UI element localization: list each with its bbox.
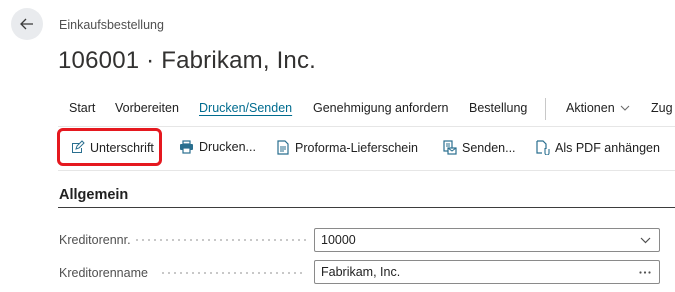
vendor-no-label: Kreditorennr. (59, 233, 131, 247)
vendor-name-dots (160, 272, 306, 274)
highlight-box (57, 128, 162, 166)
send-icon (443, 140, 457, 155)
arrow-left-icon (20, 18, 33, 30)
vendor-no-field[interactable]: 10000 (314, 228, 660, 252)
printer-icon (180, 140, 193, 154)
section-title: Allgemein (59, 187, 129, 203)
page-caption: Einkaufsbestellung (59, 18, 164, 32)
tab-separator (545, 98, 546, 120)
tab-drucken-senden[interactable]: Drucken/Senden (199, 101, 292, 115)
chevron-down-icon[interactable] (640, 237, 651, 244)
action-tabs: Start Vorbereiten Drucken/Senden Genehmi… (0, 98, 675, 121)
tab-vorbereiten[interactable]: Vorbereiten (115, 101, 179, 115)
vendor-no-dots (134, 239, 306, 241)
tab-bestellung[interactable]: Bestellung (469, 101, 527, 115)
section-divider (58, 207, 675, 208)
tab-aktionen-label: Aktionen (566, 101, 615, 115)
page-title: 106001 · Fabrikam, Inc. (58, 47, 317, 74)
attach-pdf-button[interactable]: Als PDF anhängen (535, 140, 660, 155)
print-button-label: Drucken... (199, 140, 256, 154)
print-button[interactable]: Drucken... (179, 140, 256, 154)
vendor-name-field[interactable]: Fabrikam, Inc. (314, 260, 660, 284)
vendor-name-label: Kreditorenname (59, 266, 148, 280)
proforma-delivery-label: Proforma-Lieferschein (295, 140, 418, 155)
chevron-down-icon (620, 105, 630, 111)
send-button-label: Senden... (462, 140, 516, 155)
back-button[interactable] (11, 8, 43, 40)
proforma-delivery-button[interactable]: Proforma-Lieferschein (276, 140, 418, 155)
pdf-attach-icon (536, 140, 550, 155)
ellipsis-icon[interactable] (639, 271, 651, 274)
send-button[interactable]: Senden... (442, 140, 516, 155)
tab-start[interactable]: Start (69, 101, 95, 115)
vendor-name-value: Fabrikam, Inc. (321, 265, 401, 279)
document-icon (277, 140, 289, 155)
tab-genehmigung-anfordern[interactable]: Genehmigung anfordern (313, 101, 449, 115)
tab-aktionen[interactable]: Aktionen (566, 101, 630, 115)
attach-pdf-label: Als PDF anhängen (555, 140, 660, 155)
vendor-no-value: 10000 (321, 233, 356, 247)
tab-zug[interactable]: Zug (651, 101, 673, 115)
